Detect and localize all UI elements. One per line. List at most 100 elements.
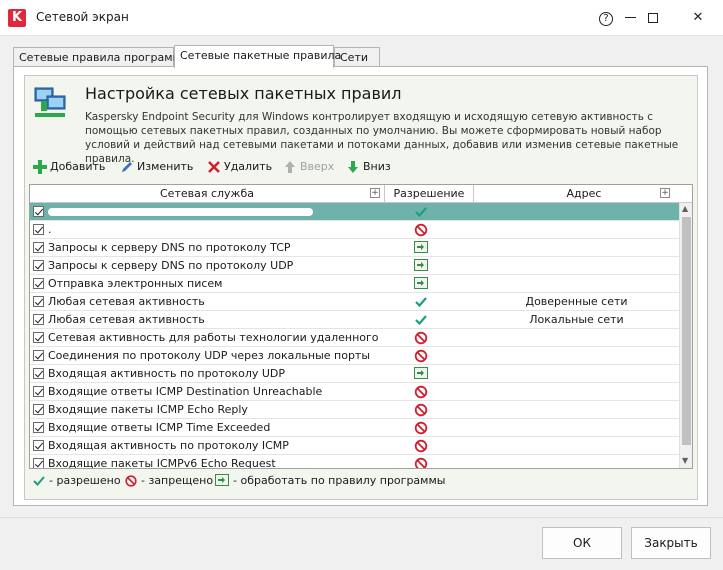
arrow-down-icon: [348, 161, 358, 173]
maximize-button[interactable]: [630, 0, 676, 36]
add-label: Добавить: [50, 160, 106, 173]
rule-service-name: Входящие пакеты ICMP Echo Reply: [48, 403, 248, 416]
rule-enabled-checkbox[interactable]: [33, 278, 44, 289]
close-button[interactable]: ✕: [675, 0, 721, 36]
page-title: Настройка сетевых пакетных правил: [85, 84, 402, 103]
title-bar: K Сетевой экран ? ✕: [0, 0, 723, 36]
move-down-label: Вниз: [363, 160, 391, 173]
rule-service-name: Входящие ответы ICMP Time Exceeded: [48, 421, 271, 434]
table-row[interactable]: Любая сетевая активность Доверенные сети: [30, 293, 679, 311]
rule-service-name: Запросы к серверу DNS по протоколу TCP: [48, 241, 291, 254]
rule-service-name: Любая сетевая активность: [48, 313, 205, 326]
app-rule-icon: [414, 259, 434, 273]
rule-service-name: Сетевая активность для работы технологии…: [48, 331, 383, 344]
rule-enabled-checkbox[interactable]: [33, 314, 44, 325]
rules-toolbar: Добавить Изменить Удалить Вверх Вниз: [25, 156, 697, 182]
edit-button[interactable]: Изменить: [120, 160, 193, 178]
rule-service-name: Входящие пакеты ICMPv6 Echo Request: [48, 457, 276, 469]
column-address-label: Адрес: [566, 187, 602, 200]
rule-enabled-checkbox[interactable]: [33, 404, 44, 415]
ok-button[interactable]: ОК: [542, 527, 622, 559]
scrollbar-thumb[interactable]: [682, 217, 691, 445]
column-header-service[interactable]: Сетевая служба +: [30, 185, 385, 203]
app-rule-icon: [414, 277, 434, 291]
rule-service-name: Любая сетевая активность: [48, 295, 205, 308]
rules-rows: . Запросы к серверу DNS по протоколу TCP З…: [30, 203, 679, 469]
window-title: Сетевой экран: [36, 10, 129, 24]
rule-enabled-checkbox[interactable]: [33, 458, 44, 468]
rule-enabled-checkbox[interactable]: [33, 440, 44, 451]
rule-enabled-checkbox[interactable]: [33, 422, 44, 433]
rule-service-name: Входящая активность по протоколу ICMP: [48, 439, 289, 452]
column-header-permission[interactable]: Разрешение: [385, 185, 474, 203]
allow-check-icon: [414, 295, 434, 309]
rule-enabled-checkbox[interactable]: [33, 260, 44, 271]
tab-packet-rules[interactable]: Сетевые пакетные правила: [174, 45, 341, 68]
table-row[interactable]: Соединения по протоколу UDP через локаль…: [30, 347, 679, 365]
allow-check-icon: [33, 476, 45, 486]
arrow-up-icon: [285, 161, 295, 173]
table-row[interactable]: [30, 203, 679, 221]
legend-allowed: - разрешено: [49, 474, 121, 487]
table-row[interactable]: Любая сетевая активность Локальные сети: [30, 311, 679, 329]
rule-enabled-checkbox[interactable]: [33, 206, 44, 217]
column-permission-label: Разрешение: [393, 187, 465, 200]
close-icon: ✕: [692, 10, 704, 25]
rule-enabled-checkbox[interactable]: [33, 224, 44, 235]
rule-enabled-checkbox[interactable]: [33, 242, 44, 253]
table-row[interactable]: Входящие пакеты ICMPv6 Echo Request: [30, 455, 679, 469]
tab-panel: Настройка сетевых пакетных правил Kasper…: [13, 66, 708, 506]
redacted-rule-name: [48, 208, 313, 216]
edit-label: Изменить: [137, 160, 194, 173]
rule-address: Доверенные сети: [525, 295, 628, 308]
delete-button[interactable]: Удалить: [207, 160, 272, 178]
table-row[interactable]: Входящие пакеты ICMP Echo Reply: [30, 401, 679, 419]
scroll-up-icon[interactable]: ▲: [682, 204, 688, 213]
move-up-label: Вверх: [300, 160, 335, 173]
expand-address-icon[interactable]: +: [660, 188, 670, 198]
move-up-button[interactable]: Вверх: [283, 160, 334, 178]
table-row[interactable]: Входящие ответы ICMP Time Exceeded: [30, 419, 679, 437]
rule-service-name: Отправка электронных писем: [48, 277, 223, 290]
vertical-scrollbar[interactable]: ▲ ▼: [679, 203, 692, 468]
deny-icon: [414, 403, 434, 417]
rule-enabled-checkbox[interactable]: [33, 386, 44, 397]
table-row[interactable]: Входящая активность по протоколу ICMP: [30, 437, 679, 455]
add-button[interactable]: Добавить: [33, 160, 105, 178]
deny-icon: [414, 331, 434, 345]
rule-enabled-checkbox[interactable]: [33, 368, 44, 379]
rules-table: Сетевая служба + Разрешение Адрес + . Зап…: [29, 184, 693, 469]
deny-icon: [414, 457, 434, 468]
column-header-address[interactable]: Адрес +: [474, 185, 692, 203]
move-down-button[interactable]: Вниз: [346, 160, 391, 178]
rule-enabled-checkbox[interactable]: [33, 332, 44, 343]
footer-divider: [0, 517, 723, 518]
table-row[interactable]: Входящая активность по протоколу UDP: [30, 365, 679, 383]
maximize-icon: [648, 12, 658, 23]
delete-label: Удалить: [224, 160, 273, 173]
deny-icon: [125, 475, 137, 487]
delete-x-icon: [208, 161, 220, 173]
scroll-down-icon[interactable]: ▼: [682, 456, 688, 465]
table-row[interactable]: Входящие ответы ICMP Destination Unreach…: [30, 383, 679, 401]
rule-service-name: Входящая активность по протоколу UDP: [48, 367, 286, 380]
rule-service-name: Входящие ответы ICMP Destination Unreach…: [48, 385, 323, 398]
table-row[interactable]: Отправка электронных писем: [30, 275, 679, 293]
allow-check-icon: [414, 205, 434, 219]
table-row[interactable]: Запросы к серверу DNS по протоколу TCP: [30, 239, 679, 257]
rule-enabled-checkbox[interactable]: [33, 296, 44, 307]
table-row[interactable]: Сетевая активность для работы технологии…: [30, 329, 679, 347]
column-service-label: Сетевая служба: [160, 187, 254, 200]
tab-program-rules[interactable]: Сетевые правила программ: [13, 47, 181, 67]
expand-service-icon[interactable]: +: [370, 188, 380, 198]
legend: - разрешено - запрещено - обработать по …: [29, 472, 693, 490]
close-dialog-button[interactable]: Закрыть: [631, 527, 711, 559]
kaspersky-logo-icon: K: [8, 9, 26, 27]
table-row[interactable]: .: [30, 221, 679, 239]
rule-service-name: Соединения по протоколу UDP через локаль…: [48, 349, 371, 362]
app-rule-icon: [215, 474, 229, 486]
table-row[interactable]: Запросы к серверу DNS по протоколу UDP: [30, 257, 679, 275]
legend-app-rule: - обработать по правилу программы: [233, 474, 446, 487]
rule-enabled-checkbox[interactable]: [33, 350, 44, 361]
rule-service-name: .: [48, 223, 52, 236]
